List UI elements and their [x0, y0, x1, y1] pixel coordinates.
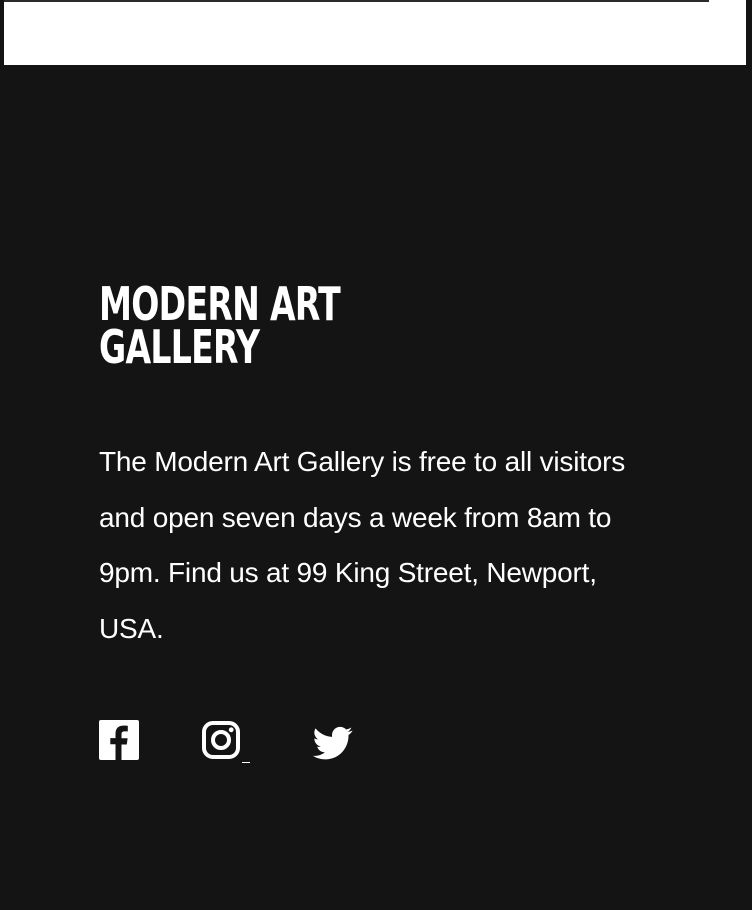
social-links	[99, 720, 353, 763]
facebook-icon	[99, 720, 139, 760]
twitter-icon	[313, 726, 353, 760]
top-white-panel	[4, 0, 746, 65]
instagram-icon	[202, 721, 240, 759]
facebook-link[interactable]	[99, 720, 139, 760]
top-frame	[0, 0, 752, 65]
gallery-logo: MODERN ART GALLERY	[99, 281, 341, 374]
site-footer: MODERN ART GALLERY The Modern Art Galler…	[0, 65, 752, 910]
top-divider	[4, 0, 709, 2]
logo-line-2: GALLERY	[99, 320, 260, 374]
instagram-link[interactable]	[201, 720, 250, 763]
gallery-description: The Modern Art Gallery is free to all vi…	[99, 446, 626, 644]
twitter-link[interactable]	[313, 723, 353, 763]
